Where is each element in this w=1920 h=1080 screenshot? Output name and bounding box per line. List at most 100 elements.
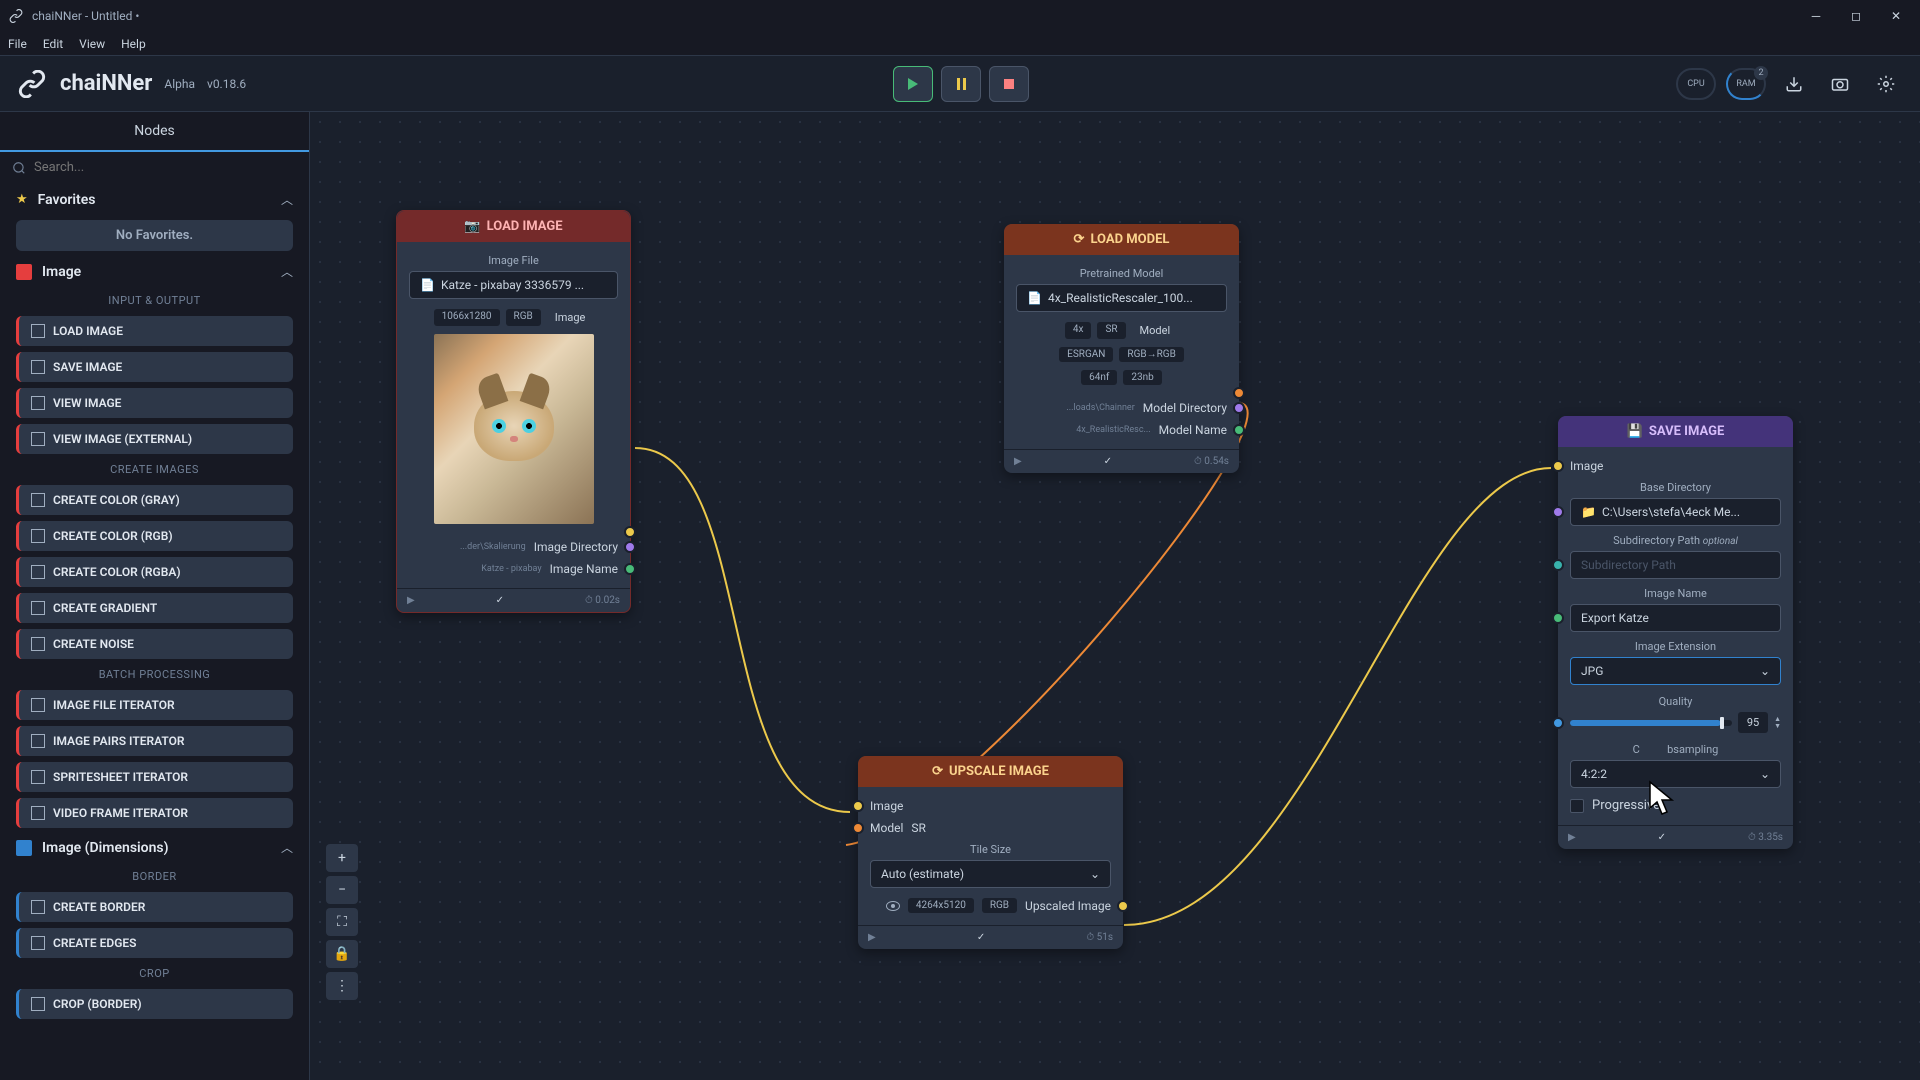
eye-icon (886, 901, 900, 911)
window-minimize[interactable]: ─ (1800, 6, 1832, 26)
dir-field[interactable]: 📁 C:\Users\stefa\4eck Me... (1570, 498, 1781, 526)
node-upscale-image[interactable]: ⟳ UPSCALE IMAGE Image Model SR Tile Size… (858, 756, 1123, 949)
quality-label: Quality (1570, 691, 1781, 712)
menu-help[interactable]: Help (121, 37, 146, 51)
quality-slider[interactable]: 95 ▲▼ (1570, 712, 1781, 733)
search-icon (12, 161, 26, 175)
batch-label: BATCH PROCESSING (0, 662, 309, 687)
sidebar-item-cc-rgba[interactable]: CREATE COLOR (RGBA) (16, 557, 293, 587)
sub-field[interactable]: Subdirectory Path (1570, 551, 1781, 579)
node-header[interactable]: ⟳ UPSCALE IMAGE (858, 756, 1123, 787)
sidebar-item-load-image[interactable]: LOAD IMAGE (16, 316, 293, 346)
play-button[interactable] (893, 66, 933, 102)
crop-label: CROP (0, 961, 309, 986)
output-upscaled: 4264x5120 RGB Upscaled Image (870, 894, 1111, 917)
input-image: Image (1570, 455, 1781, 477)
app-icon (8, 8, 24, 24)
name-label: Image Name (1570, 583, 1781, 604)
brand-version: v0.18.6 (207, 77, 246, 91)
zoom-out-button[interactable]: − (326, 876, 358, 904)
menu-edit[interactable]: Edit (43, 37, 63, 51)
menu-view[interactable]: View (79, 37, 105, 51)
node-header[interactable]: 📷 LOAD IMAGE (397, 211, 630, 242)
node-load-image[interactable]: 📷 LOAD IMAGE Image File 📄 Katze - pixaba… (396, 210, 631, 613)
sidebar-item-create-edges[interactable]: CREATE EDGES (16, 928, 293, 958)
node-footer: ▶✓⏱ 0.02s (397, 588, 630, 612)
menubar: File Edit View Help (0, 32, 1920, 56)
pause-button[interactable] (941, 66, 981, 102)
node-header[interactable]: ⟳ LOAD MODEL (1004, 224, 1239, 255)
sidebar-item-view-image[interactable]: VIEW IMAGE (16, 388, 293, 418)
sidebar-item-view-external[interactable]: VIEW IMAGE (EXTERNAL) (16, 424, 293, 454)
zoom-lock-button[interactable]: 🔒 (326, 940, 358, 968)
window-maximize[interactable]: ◻ (1840, 6, 1872, 26)
dir-label: Base Directory (1570, 477, 1781, 498)
quality-spinner[interactable]: ▲▼ (1774, 716, 1781, 730)
preview-image (434, 334, 594, 524)
settings-icon[interactable] (1868, 66, 1904, 102)
stop-button[interactable] (989, 66, 1029, 102)
sidebar-item-pairs-iter[interactable]: IMAGE PAIRS ITERATOR (16, 726, 293, 756)
sub-label: Subdirectory Path optional (1570, 530, 1781, 551)
border-label: BORDER (0, 864, 309, 889)
file-field[interactable]: 📄 Katze - pixabay 3336579 ... (409, 271, 618, 299)
ext-label: Image Extension (1570, 636, 1781, 657)
star-icon: ★ (16, 192, 28, 207)
chevron-up-icon: ︿ (281, 263, 293, 280)
model-field[interactable]: 📄 4x_RealisticRescaler_100... (1016, 284, 1227, 312)
image-section[interactable]: Image ︿ (0, 255, 309, 288)
brand-icon (16, 68, 48, 100)
sidebar-item-video-iter[interactable]: VIDEO FRAME ITERATOR (16, 798, 293, 828)
menu-file[interactable]: File (8, 37, 27, 51)
output-model-name: 4x_RealisticResc...Model Name (1016, 419, 1227, 441)
sidebar-tab-nodes[interactable]: Nodes (0, 112, 309, 152)
dimensions-section[interactable]: Image (Dimensions) ︿ (0, 831, 309, 864)
sidebar-item-cc-rgb[interactable]: CREATE COLOR (RGB) (16, 521, 293, 551)
sidebar-item-save-image[interactable]: SAVE IMAGE (16, 352, 293, 382)
camera-icon[interactable] (1822, 66, 1858, 102)
brand-alpha: Alpha (164, 77, 195, 91)
sidebar: Nodes ★Favorites ︿ No Favorites. Image ︿… (0, 112, 310, 1080)
sidebar-item-create-border[interactable]: CREATE BORDER (16, 892, 293, 922)
node-save-image[interactable]: 💾 SAVE IMAGE Image Base Directory 📁 C:\U… (1558, 416, 1793, 849)
progressive-check[interactable]: Progressive (1570, 794, 1781, 817)
sidebar-item-file-iter[interactable]: IMAGE FILE ITERATOR (16, 690, 293, 720)
output-model (1016, 389, 1227, 397)
output-name: Katze - pixabayImage Name (409, 558, 618, 580)
tile-select[interactable]: Auto (estimate)⌄ (870, 860, 1111, 888)
ext-select[interactable]: JPG⌄ (1570, 657, 1781, 685)
sidebar-item-sprite-iter[interactable]: SPRITESHEET ITERATOR (16, 762, 293, 792)
window-close[interactable]: ✕ (1880, 6, 1912, 26)
node-footer: ▶✓⏱ 51s (858, 925, 1123, 949)
sidebar-item-cc-gray[interactable]: CREATE COLOR (GRAY) (16, 485, 293, 515)
input-model: Model SR (870, 817, 1111, 839)
no-favorites: No Favorites. (16, 220, 293, 251)
download-icon[interactable] (1776, 66, 1812, 102)
cpu-monitor: CPU (1676, 68, 1716, 100)
sidebar-search[interactable] (0, 152, 309, 183)
brand-name: chaiNNer (60, 71, 152, 96)
node-load-model[interactable]: ⟳ LOAD MODEL Pretrained Model 📄 4x_Reali… (1004, 224, 1239, 473)
sidebar-item-crop-border[interactable]: CROP (BORDER) (16, 989, 293, 1019)
model-label: Pretrained Model (1016, 263, 1227, 284)
sidebar-item-gradient[interactable]: CREATE GRADIENT (16, 593, 293, 623)
name-field[interactable]: Export Katze (1570, 604, 1781, 632)
image-cat-icon (16, 264, 32, 280)
node-footer: ▶✓⏱ 0.54s (1004, 449, 1239, 473)
chroma-label: C bsampling (1570, 739, 1781, 760)
zoom-fit-button[interactable]: ⛶ (326, 908, 358, 936)
favorites-section[interactable]: ★Favorites ︿ (0, 183, 309, 216)
node-header[interactable]: 💾 SAVE IMAGE (1558, 416, 1793, 447)
dim-cat-icon (16, 840, 32, 856)
zoom-in-button[interactable]: + (326, 844, 358, 872)
file-label: Image File (409, 250, 618, 271)
node-footer: ▶✓⏱ 3.35s (1558, 825, 1793, 849)
chroma-select[interactable]: 4:2:2⌄ (1570, 760, 1781, 788)
search-input[interactable] (34, 160, 297, 175)
toolbar: chaiNNer Alpha v0.18.6 CPU RAM2 (0, 56, 1920, 112)
zoom-menu-button[interactable]: ⋮ (326, 972, 358, 1000)
canvas[interactable]: 📷 LOAD IMAGE Image File 📄 Katze - pixaba… (310, 112, 1920, 1080)
chevron-up-icon: ︿ (281, 191, 293, 208)
sidebar-item-noise[interactable]: CREATE NOISE (16, 629, 293, 659)
output-directory: ...der\SkalierungImage Directory (409, 536, 618, 558)
